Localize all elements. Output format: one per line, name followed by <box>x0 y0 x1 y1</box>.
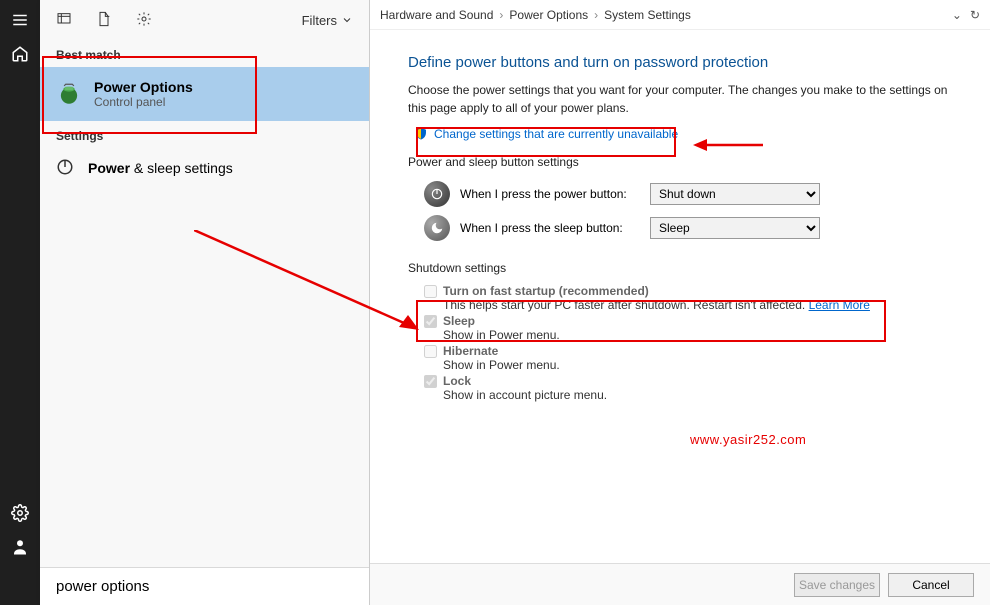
hibernate-desc: Show in Power menu. <box>443 358 560 372</box>
fast-startup-desc: This helps start your PC faster after sh… <box>443 298 809 312</box>
power-button-row: When I press the power button: Shut down <box>408 177 952 211</box>
result-title: Power Options <box>94 79 193 95</box>
sleep-button-icon <box>424 215 450 241</box>
page-desc: Choose the power settings that you want … <box>408 81 952 117</box>
lock-title: Lock <box>443 374 607 388</box>
power-icon <box>56 158 76 178</box>
hibernate-row: Hibernate Show in Power menu. <box>408 343 952 373</box>
watermark: www.yasir252.com <box>690 432 806 447</box>
search-panel: Filters Best match Power Options Control… <box>40 0 370 605</box>
fast-startup-title: Turn on fast startup (recommended) <box>443 284 870 298</box>
home-icon[interactable] <box>10 44 30 64</box>
control-panel-body: Define power buttons and turn on passwor… <box>370 30 990 413</box>
control-panel-window: Hardware and Sound › Power Options › Sys… <box>370 0 990 605</box>
dropdown-icon[interactable]: ⌄ <box>952 8 962 22</box>
setting-item-rest: & sleep settings <box>130 160 233 176</box>
filters-dropdown[interactable]: Filters <box>302 13 353 28</box>
fast-startup-row: Turn on fast startup (recommended) This … <box>408 283 952 313</box>
change-settings-link[interactable]: Change settings that are currently unava… <box>434 127 678 141</box>
setting-item-bold: Power <box>88 160 130 176</box>
filters-label: Filters <box>302 13 337 28</box>
cancel-button[interactable]: Cancel <box>888 573 974 597</box>
menu-icon[interactable] <box>10 10 30 30</box>
sleep-button-row: When I press the sleep button: Sleep <box>408 211 952 245</box>
hibernate-title: Hibernate <box>443 344 560 358</box>
result-sub: Control panel <box>94 95 193 109</box>
person-icon[interactable] <box>10 537 30 557</box>
lock-row: Lock Show in account picture menu. <box>408 373 952 403</box>
document-icon[interactable] <box>96 11 114 29</box>
lock-checkbox[interactable] <box>424 375 437 388</box>
power-button-section-label: Power and sleep button settings <box>408 155 952 169</box>
refresh-icon[interactable]: ↻ <box>970 8 980 22</box>
lock-desc: Show in account picture menu. <box>443 388 607 402</box>
sleep-button-label: When I press the sleep button: <box>460 221 640 235</box>
best-match-label: Best match <box>40 40 369 67</box>
search-input-row <box>40 567 369 605</box>
breadcrumb: Hardware and Sound › Power Options › Sys… <box>370 0 990 30</box>
shield-icon <box>414 127 428 141</box>
fast-startup-checkbox[interactable] <box>424 285 437 298</box>
apps-icon[interactable] <box>56 11 74 29</box>
search-input[interactable] <box>56 578 353 595</box>
hibernate-checkbox[interactable] <box>424 345 437 358</box>
gear-icon[interactable] <box>136 11 154 29</box>
sleep-title: Sleep <box>443 314 560 328</box>
shutdown-section-label: Shutdown settings <box>408 261 952 275</box>
sleep-desc: Show in Power menu. <box>443 328 560 342</box>
gear-icon[interactable] <box>10 503 30 523</box>
search-result-power-options[interactable]: Power Options Control panel <box>40 67 369 121</box>
power-button-select[interactable]: Shut down <box>650 183 820 205</box>
power-button-icon <box>424 181 450 207</box>
change-settings-link-row[interactable]: Change settings that are currently unava… <box>408 123 952 151</box>
page-title: Define power buttons and turn on passwor… <box>408 54 952 71</box>
sleep-button-select[interactable]: Sleep <box>650 217 820 239</box>
crumb-2[interactable]: System Settings <box>604 8 691 22</box>
setting-power-sleep[interactable]: Power & sleep settings <box>40 148 369 188</box>
taskbar <box>0 0 40 605</box>
power-options-icon <box>56 81 82 107</box>
save-button[interactable]: Save changes <box>794 573 880 597</box>
power-button-label: When I press the power button: <box>460 187 640 201</box>
sleep-row: Sleep Show in Power menu. <box>408 313 952 343</box>
learn-more-link[interactable]: Learn More <box>809 298 870 312</box>
crumb-0[interactable]: Hardware and Sound <box>380 8 493 22</box>
sleep-checkbox[interactable] <box>424 315 437 328</box>
crumb-1[interactable]: Power Options <box>509 8 588 22</box>
settings-label: Settings <box>40 121 369 148</box>
search-top-row: Filters <box>40 0 369 40</box>
footer: Save changes Cancel <box>370 563 990 605</box>
chevron-down-icon <box>341 14 353 26</box>
